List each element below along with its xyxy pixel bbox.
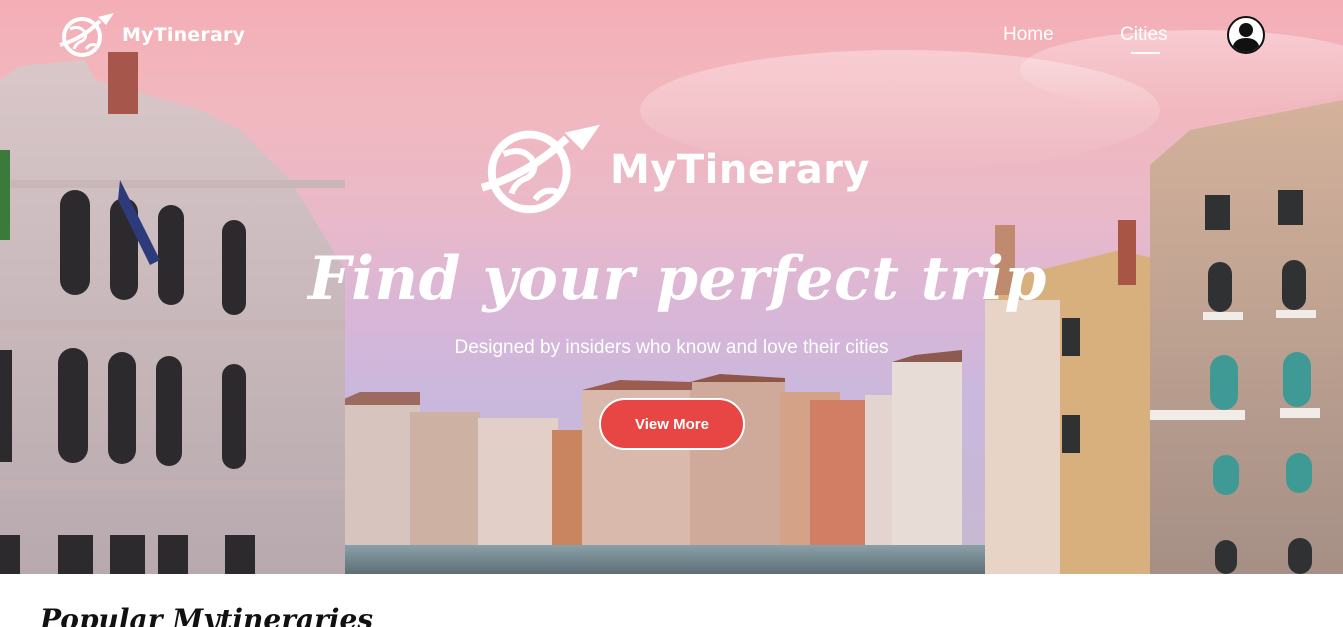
globe-plane-icon [59, 13, 114, 57]
hero-logo: MyTinerary [480, 120, 870, 220]
navbar-logo[interactable]: MyTinerary [58, 10, 258, 60]
navbar-brand-text: MyTinerary [122, 24, 246, 46]
popular-section-title: Popular Mytineraries [40, 603, 374, 627]
nav-link-cities[interactable]: Cities [1120, 24, 1168, 46]
hero-section: MyTinerary Home Cities MyTinerary Find y… [0, 0, 1343, 574]
user-avatar-icon [1232, 23, 1260, 52]
hero-headline: Find your perfect trip [308, 244, 1047, 314]
view-more-button[interactable]: View More [599, 398, 745, 450]
user-avatar-button[interactable] [1227, 16, 1265, 54]
nav-link-home[interactable]: Home [1003, 24, 1054, 46]
globe-plane-icon [480, 124, 601, 214]
hero-subline: Designed by insiders who know and love t… [454, 337, 889, 358]
hero-brand-text: MyTinerary [610, 147, 870, 193]
nav-active-indicator [1131, 52, 1160, 54]
